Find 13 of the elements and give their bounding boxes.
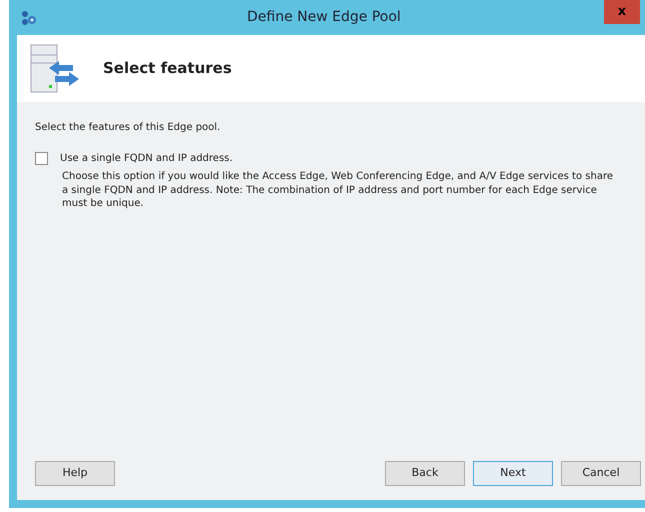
wizard-button[interactable]: Next <box>473 461 553 486</box>
close-button[interactable]: x <box>604 0 640 24</box>
app-icon <box>21 10 37 26</box>
window-title: Define New Edge Pool <box>247 8 401 27</box>
wizard-button[interactable]: Back <box>385 461 465 486</box>
intro-text: Select the features of this Edge pool. <box>35 121 222 135</box>
option-description: Choose this option if you would like the Access Edge, Web Conferencing Edge, and A/V Edge services to share a single FQDN and IP address. Note: The combination of IP address and port number for each Edge service must be unique. <box>62 170 614 210</box>
option-label[interactable]: Use a single FQDN and IP address. <box>60 151 233 166</box>
wizard-button[interactable]: Cancel <box>561 461 641 486</box>
page-title: Select features <box>103 58 232 80</box>
checkbox[interactable] <box>35 152 48 165</box>
help-button[interactable]: Help <box>35 461 115 486</box>
server-arrows-icon <box>29 44 81 94</box>
